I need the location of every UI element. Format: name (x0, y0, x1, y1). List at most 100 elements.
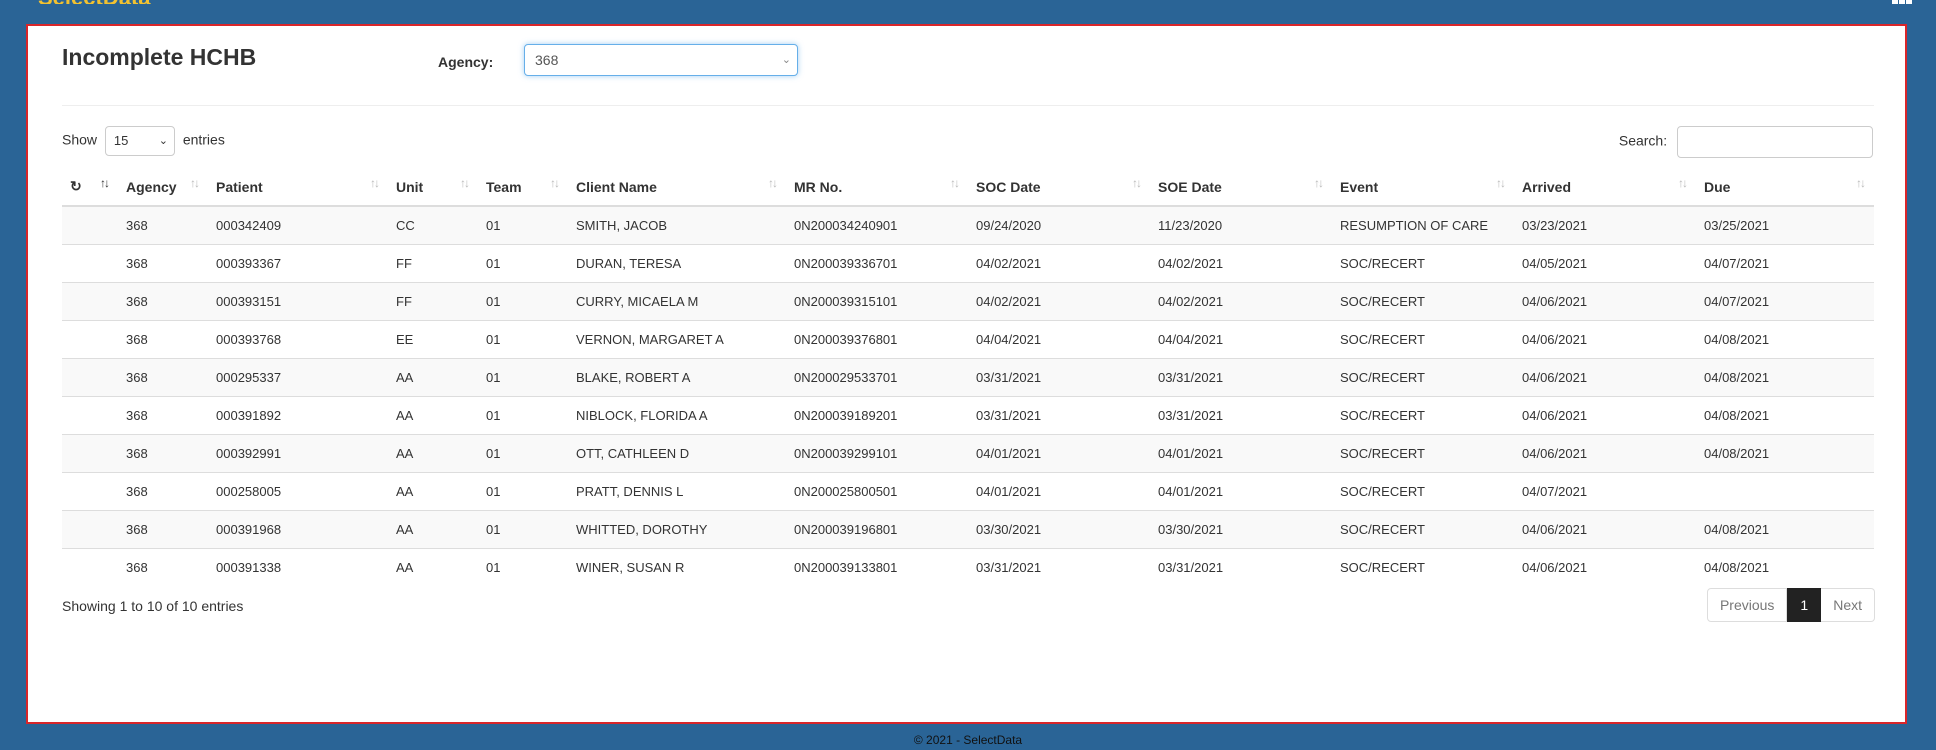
column-header-label: Agency (126, 178, 177, 195)
column-header[interactable]: Unit ↑↓ (388, 168, 478, 207)
table-cell: 368 (118, 548, 208, 586)
table-cell: 04/06/2021 (1514, 282, 1696, 321)
table-cell: 0N200039196801 (786, 510, 968, 549)
table-cell: 01 (478, 358, 568, 397)
column-header[interactable]: Team ↑↓ (478, 168, 568, 207)
table-cell: 000258005 (208, 472, 388, 511)
chevron-down-icon: ⌄ (781, 54, 791, 66)
pagination: Previous 1 Next (1706, 588, 1875, 622)
row-control-cell (62, 244, 118, 283)
table-cell: 03/23/2021 (1514, 205, 1696, 245)
table-cell: 04/01/2021 (1150, 472, 1332, 511)
page-1-button[interactable]: 1 (1787, 588, 1822, 622)
column-header[interactable]: Event ↑↓ (1332, 168, 1514, 207)
table-cell: 03/31/2021 (1150, 548, 1332, 586)
column-header[interactable]: Arrived ↑↓ (1514, 168, 1696, 207)
column-header[interactable]: SOE Date ↑↓ (1150, 168, 1332, 207)
table-row[interactable]: 368 000342409 CC 01 SMITH, JACOB 0N2000342409… (62, 205, 1874, 245)
column-header-label: Arrived (1522, 178, 1572, 195)
table-row[interactable]: 368 000258005 AA 01 PRATT, DENNIS L 0N2000258… (62, 472, 1874, 511)
table-cell: FF (388, 244, 478, 283)
column-header[interactable]: Due ↑↓ (1696, 168, 1874, 207)
table-cell: SOC/RECERT (1332, 510, 1514, 549)
table-cell: 01 (478, 472, 568, 511)
previous-button[interactable]: Previous (1706, 588, 1788, 622)
sort-icon: ↑↓ (1856, 176, 1866, 190)
table-cell: 0N200034240901 (786, 205, 968, 245)
table-cell: 03/30/2021 (1150, 510, 1332, 549)
column-header[interactable]: Agency ↑↓ (118, 168, 208, 207)
table-cell: 01 (478, 244, 568, 283)
refresh-icon[interactable]: ↻ (70, 178, 82, 194)
table-cell: 0N200025800501 (786, 472, 968, 511)
table-cell: 04/02/2021 (968, 244, 1150, 283)
table-cell: 000342409 (208, 205, 388, 245)
next-button[interactable]: Next (1821, 588, 1875, 622)
entries-label: entries (182, 131, 225, 148)
table-cell: 04/06/2021 (1514, 320, 1696, 359)
sort-icon: ↑↓ (768, 176, 778, 190)
table-cell: 03/31/2021 (968, 358, 1150, 397)
table-cell: 03/31/2021 (968, 396, 1150, 435)
table-cell: 03/31/2021 (968, 548, 1150, 586)
column-header-label: Client Name (576, 178, 657, 195)
table-cell: 04/06/2021 (1514, 434, 1696, 473)
table-row[interactable]: 368 000391968 AA 01 WHITTED, DOROTHY 0N200039… (62, 510, 1874, 549)
table-cell: SOC/RECERT (1332, 434, 1514, 473)
table-cell: DURAN, TERESA (568, 244, 786, 283)
table-cell: 000295337 (208, 358, 388, 397)
table-cell: SOC/RECERT (1332, 396, 1514, 435)
table-cell: 01 (478, 320, 568, 359)
table-cell: 04/02/2021 (1150, 244, 1332, 283)
table-cell: 0N200039189201 (786, 396, 968, 435)
incomplete-table: ↻ ↑↓ Agency ↑↓ Patient ↑↓ Unit ↑↓ Team ↑↓ Cl… (62, 168, 1874, 586)
table-cell: NIBLOCK, FLORIDA A (568, 396, 786, 435)
table-row[interactable]: 368 000392991 AA 01 OTT, CATHLEEN D 0N2000392… (62, 434, 1874, 473)
search-label: Search: (1618, 132, 1668, 149)
column-header[interactable]: Client Name ↑↓ (568, 168, 786, 207)
table-cell: FF (388, 282, 478, 321)
column-header[interactable]: MR No. ↑↓ (786, 168, 968, 207)
table-cell: 04/08/2021 (1696, 434, 1874, 473)
row-control-cell (62, 320, 118, 359)
table-cell: AA (388, 396, 478, 435)
table-cell: SOC/RECERT (1332, 244, 1514, 283)
brand-logo[interactable]: SelectData (38, 0, 158, 4)
search-input[interactable] (1677, 126, 1873, 158)
row-control-cell (62, 282, 118, 321)
table-cell: 000391968 (208, 510, 388, 549)
table-row[interactable]: 368 000393367 FF 01 DURAN, TERESA 0N200039336… (62, 244, 1874, 283)
row-control-cell (62, 205, 118, 245)
table-row[interactable]: 368 000393768 EE 01 VERNON, MARGARET A 0N2000… (62, 320, 1874, 359)
table-row[interactable]: 368 000393151 FF 01 CURRY, MICAELA M 0N200039… (62, 282, 1874, 321)
chevron-down-icon: ⌄ (158, 135, 168, 147)
page-title: Incomplete HCHB (62, 44, 257, 70)
sort-icon: ↑↓ (1314, 176, 1324, 190)
table-cell: SOC/RECERT (1332, 472, 1514, 511)
table-cell: CURRY, MICAELA M (568, 282, 786, 321)
table-cell: 04/08/2021 (1696, 396, 1874, 435)
column-header[interactable]: SOC Date ↑↓ (968, 168, 1150, 207)
entries-length-select[interactable]: 15 ⌄ (104, 126, 175, 156)
table-cell: 04/02/2021 (968, 282, 1150, 321)
table-cell: 0N200039299101 (786, 434, 968, 473)
apps-grid-icon[interactable] (1892, 0, 1914, 8)
table-cell: 000393768 (208, 320, 388, 359)
column-header-refresh[interactable]: ↻ ↑↓ (62, 168, 118, 207)
column-header-label: Event (1340, 178, 1379, 195)
row-control-cell (62, 358, 118, 397)
agency-select[interactable]: 368 ⌄ (524, 44, 798, 76)
sort-icon: ↑↓ (460, 176, 470, 190)
table-cell: WHITTED, DOROTHY (568, 510, 786, 549)
table-cell: SOC/RECERT (1332, 282, 1514, 321)
table-cell: PRATT, DENNIS L (568, 472, 786, 511)
table-cell: 04/06/2021 (1514, 396, 1696, 435)
table-row[interactable]: 368 000391338 AA 01 WINER, SUSAN R 0N20003913… (62, 548, 1874, 586)
table-cell: 04/06/2021 (1514, 358, 1696, 397)
table-row[interactable]: 368 000295337 AA 01 BLAKE, ROBERT A 0N2000295… (62, 358, 1874, 397)
column-header[interactable]: Patient ↑↓ (208, 168, 388, 207)
table-cell: 03/31/2021 (1150, 396, 1332, 435)
table-row[interactable]: 368 000391892 AA 01 NIBLOCK, FLORIDA A 0N2000… (62, 396, 1874, 435)
column-header-label: MR No. (794, 178, 843, 195)
table-cell: 368 (118, 472, 208, 511)
